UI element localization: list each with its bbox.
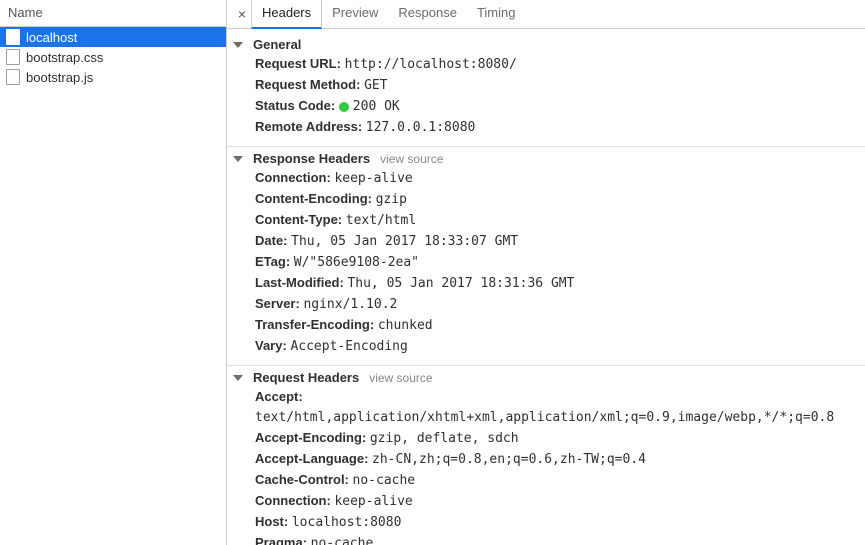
tab-headers[interactable]: Headers [251,0,322,29]
header-value: Accept-Encoding [290,339,407,354]
header-row: Remote Address: 127.0.0.1:8080 [255,117,865,138]
header-row: Pragma: no-cache [255,533,865,545]
headers-panel: General Request URL: http://localhost:80… [227,29,865,545]
header-value: keep-alive [334,494,412,509]
header-row: Request Method: GET [255,75,865,96]
header-value: localhost:8080 [292,515,402,530]
header-key: Accept: [255,389,303,404]
tab-preview[interactable]: Preview [322,0,388,27]
caret-down-icon [233,42,243,48]
section-response-headers: Response Headers view source Connection:… [227,147,865,366]
header-value: http://localhost:8080/ [345,57,517,72]
header-row: Accept: text/html,application/xhtml+xml,… [255,387,865,428]
header-value: nginx/1.10.2 [303,297,397,312]
section-general-title: General [253,37,301,52]
status-dot-icon [339,102,349,112]
header-row: Transfer-Encoding: chunked [255,315,865,336]
header-row: Status Code: 200 OK [255,96,865,117]
devtools-network-panel: Name localhostbootstrap.cssbootstrap.js … [0,0,865,545]
section-general: General Request URL: http://localhost:80… [227,33,865,147]
header-key: Request Method: [255,77,360,92]
requests-list: localhost bootstrap.css bootstrap.js [0,27,226,545]
header-row: Connection: keep-alive [255,491,865,512]
header-key: Remote Address: [255,119,362,134]
header-row: ETag: W/"586e9108-2ea" [255,252,865,273]
request-row-label: bootstrap.js [26,70,93,85]
header-value: gzip [376,192,407,207]
header-key: Last-Modified: [255,275,344,290]
header-value: no-cache [311,536,374,545]
header-key: Transfer-Encoding: [255,317,374,332]
section-response-head[interactable]: Response Headers view source [227,151,865,166]
header-row: Last-Modified: Thu, 05 Jan 2017 18:31:36… [255,273,865,294]
header-value: gzip, deflate, sdch [370,431,519,446]
caret-down-icon [233,156,243,162]
header-row: Accept-Encoding: gzip, deflate, sdch [255,428,865,449]
header-row: Content-Encoding: gzip [255,189,865,210]
file-icon [6,29,20,45]
header-key: ETag: [255,254,290,269]
header-value: 200 OK [353,99,400,114]
tab-response[interactable]: Response [388,0,467,27]
header-value: text/html [346,213,416,228]
header-key: Vary: [255,338,287,353]
file-icon [6,69,20,85]
header-key: Accept-Encoding: [255,430,366,445]
file-icon [6,49,20,65]
header-key: Connection: [255,493,331,508]
view-source-link[interactable]: view source [369,371,432,385]
section-response-title: Response Headers [253,151,370,166]
view-source-link[interactable]: view source [380,152,443,166]
header-value: GET [364,78,387,93]
header-row: Connection: keep-alive [255,168,865,189]
header-key: Request URL: [255,56,341,71]
header-row: Request URL: http://localhost:8080/ [255,54,865,75]
header-row: Vary: Accept-Encoding [255,336,865,357]
header-value: text/html,application/xhtml+xml,applicat… [255,410,834,425]
header-value: keep-alive [334,171,412,186]
header-row: Host: localhost:8080 [255,512,865,533]
header-key: Server: [255,296,300,311]
header-key: Host: [255,514,288,529]
section-general-head[interactable]: General [227,37,865,52]
header-value: chunked [378,318,433,333]
header-value: zh-CN,zh;q=0.8,en;q=0.6,zh-TW;q=0.4 [372,452,646,467]
caret-down-icon [233,375,243,381]
header-key: Content-Encoding: [255,191,372,206]
tab-timing[interactable]: Timing [467,0,526,27]
request-details: × HeadersPreviewResponseTiming General R… [227,0,865,545]
header-key: Status Code: [255,98,335,113]
header-row: Accept-Language: zh-CN,zh;q=0.8,en;q=0.6… [255,449,865,470]
header-key: Connection: [255,170,331,185]
section-request-head[interactable]: Request Headers view source [227,370,865,385]
request-row[interactable]: localhost [0,27,226,47]
header-row: Date: Thu, 05 Jan 2017 18:33:07 GMT [255,231,865,252]
requests-sidebar: Name localhost bootstrap.css bootstrap.js [0,0,227,545]
header-key: Accept-Language: [255,451,368,466]
request-row[interactable]: bootstrap.css [0,47,226,67]
header-row: Cache-Control: no-cache [255,470,865,491]
header-row: Server: nginx/1.10.2 [255,294,865,315]
header-value: no-cache [353,473,416,488]
header-value: Thu, 05 Jan 2017 18:31:36 GMT [347,276,574,291]
section-request-headers: Request Headers view source Accept: text… [227,366,865,545]
header-value: 127.0.0.1:8080 [366,120,476,135]
header-key: Cache-Control: [255,472,349,487]
request-row-label: localhost [26,30,77,45]
request-row[interactable]: bootstrap.js [0,67,226,87]
header-row: Content-Type: text/html [255,210,865,231]
header-value: W/"586e9108-2ea" [294,255,419,270]
request-row-label: bootstrap.css [26,50,103,65]
header-key: Date: [255,233,288,248]
section-request-title: Request Headers [253,370,359,385]
sidebar-header-name[interactable]: Name [0,0,226,27]
header-key: Pragma: [255,535,307,545]
close-icon[interactable]: × [233,6,251,22]
header-key: Content-Type: [255,212,342,227]
details-tabbar: × HeadersPreviewResponseTiming [227,0,865,29]
header-value: Thu, 05 Jan 2017 18:33:07 GMT [291,234,518,249]
